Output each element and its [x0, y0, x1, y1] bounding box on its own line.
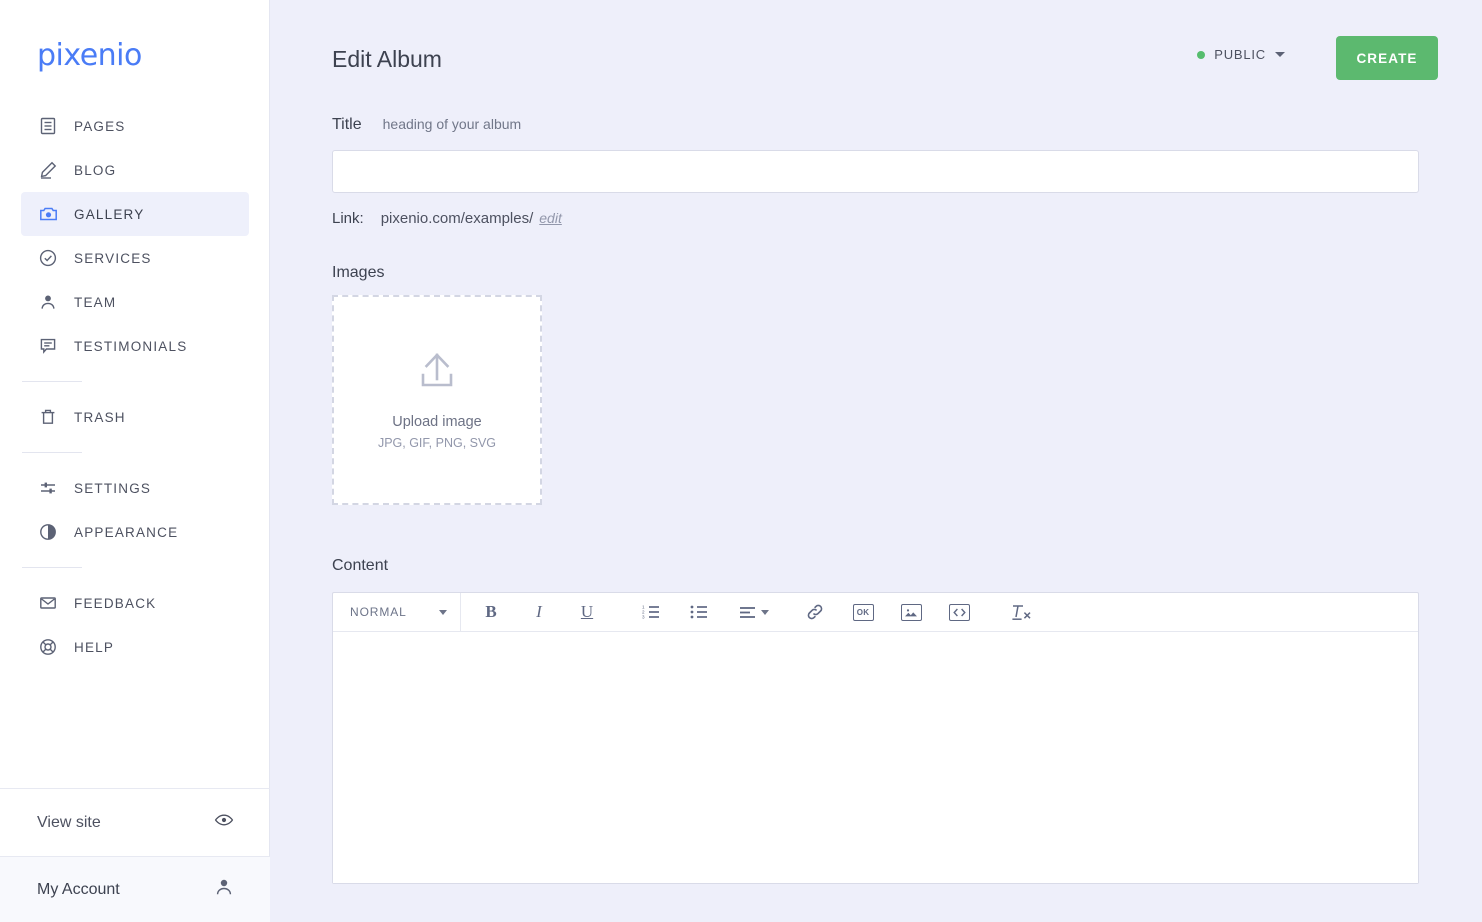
camera-icon: [37, 203, 59, 225]
image-button[interactable]: [895, 596, 927, 628]
chevron-down-icon: [439, 609, 447, 615]
title-label: Title: [332, 116, 362, 133]
sidebar-item-settings[interactable]: SETTINGS: [21, 466, 249, 510]
sidebar-item-services[interactable]: SERVICES: [21, 236, 249, 280]
title-input[interactable]: [332, 150, 1419, 193]
check-circle-icon: [37, 247, 59, 269]
align-button[interactable]: [731, 596, 763, 628]
text-style-select[interactable]: NORMAL: [333, 592, 461, 632]
visibility-label: PUBLIC: [1214, 47, 1266, 62]
image-box-icon: [900, 603, 922, 621]
sidebar-item-label: SETTINGS: [74, 480, 152, 496]
link-edit-button[interactable]: edit: [539, 210, 562, 226]
content-editor-body[interactable]: [333, 632, 1418, 883]
my-account-button[interactable]: My Account: [0, 856, 270, 922]
sidebar-item-label: HELP: [74, 639, 115, 655]
sidebar-nav: PAGES BLOG GALLERY SERVICES TEAM TESTIMO…: [0, 104, 270, 669]
main-content: Edit Album PUBLIC CREATE Title heading o…: [270, 0, 1482, 922]
sidebar-item-label: TRASH: [74, 409, 126, 425]
sidebar-divider-1: [22, 381, 82, 382]
ordered-list-button[interactable]: 1 2 3: [635, 596, 667, 628]
sidebar-item-label: BLOG: [74, 162, 117, 178]
link-label: Link:: [332, 210, 364, 227]
title-hint: heading of your album: [382, 116, 522, 132]
bold-button[interactable]: B: [475, 596, 507, 628]
dropzone-primary-label: Upload image: [392, 413, 482, 430]
sidebar-item-label: FEEDBACK: [74, 595, 157, 611]
chevron-down-icon: [1275, 52, 1285, 57]
image-dropzone[interactable]: Upload image JPG, GIF, PNG, SVG: [332, 295, 542, 505]
lifebuoy-icon: [37, 636, 59, 658]
create-button[interactable]: CREATE: [1336, 36, 1438, 80]
link-url: pixenio.com/examples/: [380, 210, 534, 227]
link-row: Link: pixenio.com/examples/ edit: [332, 210, 562, 227]
sidebar-item-testimonials[interactable]: TESTIMONIALS: [21, 324, 249, 368]
sidebar: pixenio PAGES BLOG GALLERY SERVICES TEAM…: [0, 0, 270, 922]
sidebar-item-label: GALLERY: [74, 206, 145, 222]
person-icon: [37, 291, 59, 313]
eye-icon: [214, 810, 234, 835]
pencil-icon: [37, 159, 59, 181]
sidebar-item-label: TEAM: [74, 294, 117, 310]
title-field-header: Title heading of your album: [332, 116, 521, 134]
sidebar-item-help[interactable]: HELP: [21, 625, 249, 669]
sidebar-item-gallery[interactable]: GALLERY: [21, 192, 249, 236]
trash-icon: [37, 406, 59, 428]
person-icon: [214, 877, 234, 902]
status-dot: [1197, 50, 1206, 59]
contrast-circle-icon: [37, 521, 59, 543]
upload-icon: [415, 351, 459, 398]
sidebar-item-blog[interactable]: BLOG: [21, 148, 249, 192]
sliders-icon: [37, 477, 59, 499]
brand-logo[interactable]: pixenio: [37, 38, 142, 73]
code-button[interactable]: [943, 596, 975, 628]
sidebar-item-label: PAGES: [74, 118, 126, 134]
underline-button[interactable]: U: [571, 596, 603, 628]
images-label: Images: [332, 264, 385, 281]
content-editor: NORMAL B I U 1 2 3 OK: [332, 592, 1419, 884]
view-site-label: View site: [37, 813, 101, 831]
sidebar-item-appearance[interactable]: APPEARANCE: [21, 510, 249, 554]
visibility-dropdown[interactable]: PUBLIC: [1197, 47, 1285, 62]
envelope-icon: [37, 592, 59, 614]
page-title: Edit Album: [332, 46, 442, 72]
my-account-label: My Account: [37, 880, 120, 898]
link-button[interactable]: [799, 596, 831, 628]
speech-bubble-icon: [37, 335, 59, 357]
pages-icon: [37, 115, 59, 137]
editor-toolbar: NORMAL B I U 1 2 3 OK: [333, 592, 1418, 632]
sidebar-item-label: APPEARANCE: [74, 524, 179, 540]
svg-text:3: 3: [642, 615, 645, 620]
sidebar-divider-2: [22, 452, 82, 453]
sidebar-item-trash[interactable]: TRASH: [21, 395, 249, 439]
bullet-list-button[interactable]: [683, 596, 715, 628]
sidebar-item-team[interactable]: TEAM: [21, 280, 249, 324]
content-label: Content: [332, 557, 389, 574]
code-box-icon: [948, 603, 970, 621]
sidebar-item-label: TESTIMONIALS: [74, 338, 188, 354]
ok-button[interactable]: OK: [847, 596, 879, 628]
sidebar-divider-3: [22, 567, 82, 568]
italic-button[interactable]: I: [523, 596, 555, 628]
ok-box-icon: OK: [852, 603, 874, 621]
sidebar-item-pages[interactable]: PAGES: [21, 104, 249, 148]
align-chevron-down-icon[interactable]: [761, 609, 769, 615]
text-style-value: NORMAL: [350, 605, 407, 619]
sidebar-item-feedback[interactable]: FEEDBACK: [21, 581, 249, 625]
view-site-button[interactable]: View site: [0, 788, 270, 856]
dropzone-formats-label: JPG, GIF, PNG, SVG: [377, 435, 497, 450]
sidebar-item-label: SERVICES: [74, 250, 152, 266]
clear-format-button[interactable]: [1005, 596, 1037, 628]
